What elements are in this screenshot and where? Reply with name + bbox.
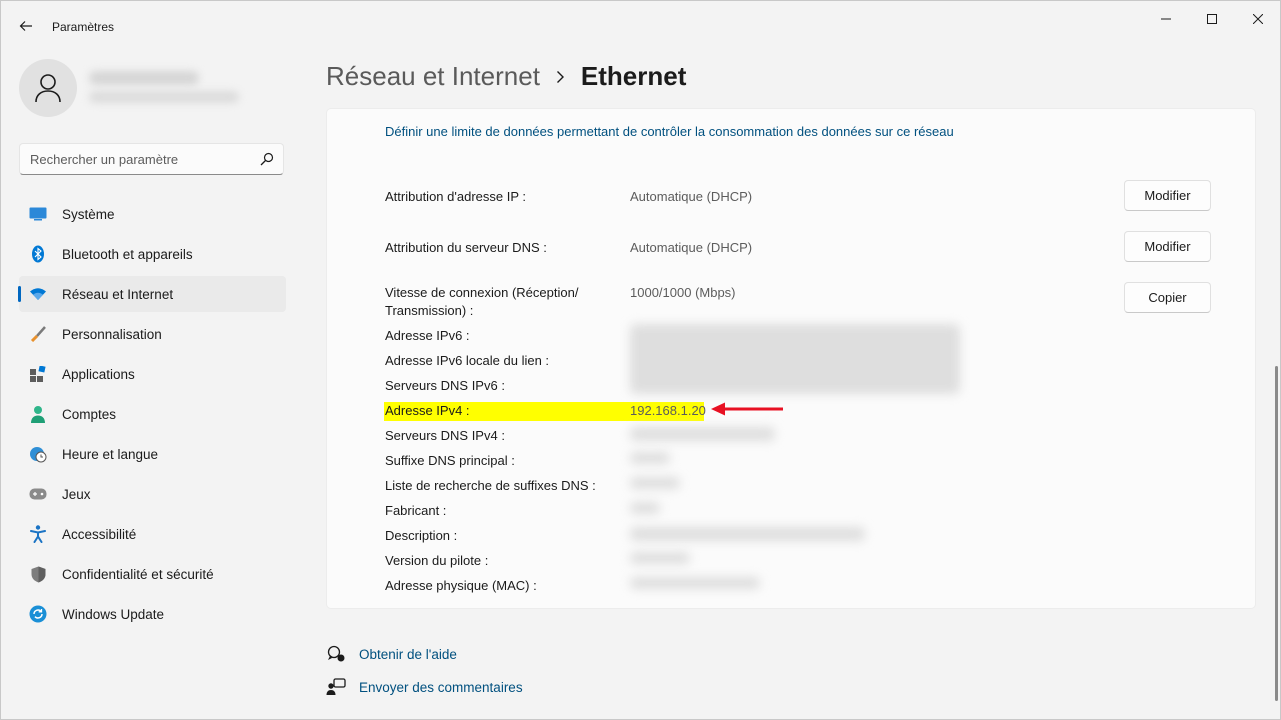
wifi-icon [28, 284, 48, 304]
ipv4-address-value: 192.168.1.20 [630, 403, 706, 418]
redacted-ipv6-values [630, 324, 960, 394]
profile-name-redacted [89, 71, 199, 85]
minimize-icon [1161, 18, 1171, 20]
redacted-ipv4-dns-value [630, 427, 775, 441]
send-feedback-label: Envoyer des commentaires [359, 679, 523, 695]
ip-assignment-value: Automatique (DHCP) [630, 189, 753, 204]
breadcrumb: Réseau et Internet Ethernet [326, 61, 686, 92]
sidebar-item-reseau[interactable]: Réseau et Internet [18, 276, 286, 312]
get-help-label: Obtenir de l'aide [359, 646, 457, 662]
sidebar-item-jeux[interactable]: Jeux [19, 476, 286, 512]
settings-window: Paramètres Rechercher un paramètre Systè… [0, 0, 1281, 720]
sidebar-item-label: Système [62, 206, 115, 222]
scrollbar[interactable] [1275, 366, 1278, 701]
person-icon [35, 74, 61, 103]
brush-icon [28, 324, 48, 344]
sidebar-nav: Système Bluetooth et appareils Réseau et… [18, 196, 286, 636]
link-speed-value: 1000/1000 (Mbps) [630, 285, 736, 300]
redacted-manufacturer-value [630, 502, 660, 514]
arrow-left-icon [19, 21, 32, 31]
prop-label-mac: Adresse physique (MAC) : [385, 578, 537, 593]
link-speed-label: Vitesse de connexion (Réception/ Transmi… [385, 285, 579, 318]
search-box[interactable] [19, 143, 284, 175]
clock-globe-icon [28, 444, 48, 464]
profile-email-redacted [89, 91, 239, 103]
search-icon[interactable] [260, 152, 274, 166]
maximize-icon [1207, 14, 1217, 24]
sidebar-item-applications[interactable]: Applications [19, 356, 286, 392]
search-input[interactable] [20, 144, 250, 174]
get-help-link[interactable]: Obtenir de l'aide [326, 644, 457, 664]
prop-label-ipv6-link-local: Adresse IPv6 locale du lien : [385, 353, 550, 368]
redacted-dns-suffix-value [630, 452, 670, 464]
sidebar-item-heure[interactable]: Heure et langue [19, 436, 286, 472]
sidebar-item-label: Applications [62, 366, 135, 382]
redacted-search-list-value [630, 477, 680, 489]
sidebar-item-windows-update[interactable]: Windows Update [19, 596, 286, 632]
shield-icon [28, 564, 48, 584]
redacted-driver-version-value [630, 552, 690, 564]
sidebar-item-personnalisation[interactable]: Personnalisation [19, 316, 286, 352]
update-icon [28, 604, 48, 624]
ethernet-properties-card: Définir une limite de données permettant… [326, 108, 1256, 609]
prop-label-ipv4-dns: Serveurs DNS IPv4 : [385, 428, 505, 443]
monitor-icon [28, 204, 48, 224]
sidebar-item-label: Comptes [62, 406, 117, 422]
minimize-button[interactable] [1143, 5, 1189, 33]
prop-label-dns-suffix: Suffixe DNS principal : [385, 453, 515, 468]
sidebar-item-confidentialite[interactable]: Confidentialité et sécurité [19, 556, 286, 592]
feedback-icon [326, 677, 348, 697]
sidebar-item-bluetooth[interactable]: Bluetooth et appareils [19, 236, 286, 272]
send-feedback-link[interactable]: Envoyer des commentaires [326, 677, 523, 697]
sidebar-item-accessibilite[interactable]: Accessibilité [19, 516, 286, 552]
back-button[interactable] [13, 13, 39, 39]
sidebar-item-label: Personnalisation [62, 326, 162, 342]
app-title: Paramètres [52, 20, 115, 34]
sidebar-item-label: Réseau et Internet [62, 286, 174, 302]
page-title: Ethernet [580, 61, 687, 91]
edit-ip-button[interactable]: Modifier [1124, 180, 1211, 211]
red-arrow-annotation [711, 402, 783, 416]
edit-dns-button[interactable]: Modifier [1124, 231, 1211, 262]
prop-label-ipv6: Adresse IPv6 : [385, 328, 470, 343]
gamepad-icon [28, 484, 48, 504]
avatar [19, 59, 77, 117]
accessibility-icon [28, 524, 48, 544]
sidebar-item-label: Windows Update [62, 606, 165, 622]
dns-assignment-value: Automatique (DHCP) [630, 240, 753, 255]
title-bar: Paramètres [1, 1, 1280, 51]
chevron-right-icon [556, 70, 565, 84]
sidebar-item-systeme[interactable]: Système [19, 196, 286, 232]
person-icon [28, 404, 48, 424]
redacted-description-value [630, 527, 865, 541]
close-button[interactable] [1235, 5, 1281, 33]
copy-button[interactable]: Copier [1124, 282, 1211, 313]
redacted-mac-value [630, 577, 760, 589]
close-icon [1253, 14, 1263, 24]
sidebar-item-label: Accessibilité [62, 526, 137, 542]
sidebar-item-label: Bluetooth et appareils [62, 246, 193, 262]
dns-assignment-label: Attribution du serveur DNS : [385, 240, 547, 255]
ip-assignment-label: Attribution d'adresse IP : [385, 189, 526, 204]
data-limit-link[interactable]: Définir une limite de données permettant… [385, 124, 954, 139]
apps-icon [28, 364, 48, 384]
prop-label-manufacturer: Fabricant : [385, 503, 447, 518]
prop-label-ipv6-dns: Serveurs DNS IPv6 : [385, 378, 505, 393]
sidebar-item-label: Heure et langue [62, 446, 159, 462]
prop-label-driver-version: Version du pilote : [385, 553, 489, 568]
maximize-button[interactable] [1189, 5, 1235, 33]
prop-label-description: Description : [385, 528, 458, 543]
sidebar-item-comptes[interactable]: Comptes [19, 396, 286, 432]
breadcrumb-parent[interactable]: Réseau et Internet [326, 61, 540, 92]
prop-label-dns-search-list: Liste de recherche de suffixes DNS : [385, 478, 596, 493]
sidebar-item-label: Jeux [62, 486, 91, 502]
help-icon [326, 644, 348, 664]
prop-label-ipv4: Adresse IPv4 : [385, 403, 470, 418]
bluetooth-icon [28, 244, 48, 264]
sidebar-item-label: Confidentialité et sécurité [62, 566, 214, 582]
